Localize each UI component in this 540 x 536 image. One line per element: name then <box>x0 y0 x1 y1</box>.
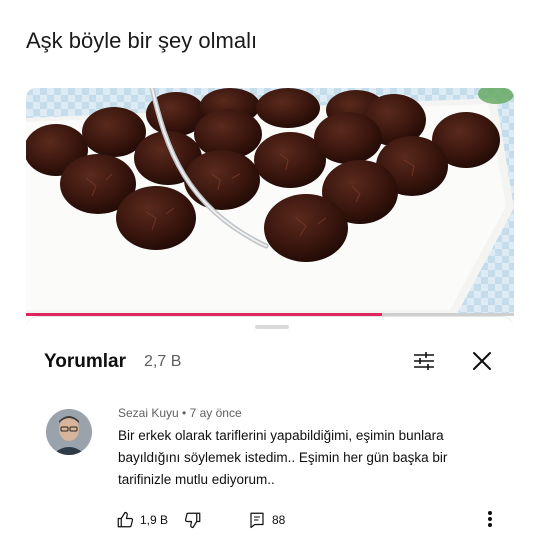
dislike-button[interactable] <box>184 510 202 530</box>
comment-time: 7 ay önce <box>189 406 242 420</box>
reply-button[interactable]: 88 <box>248 510 285 530</box>
drag-handle[interactable] <box>255 325 289 329</box>
thumb-up-icon <box>117 511 134 528</box>
comment-meta: Sezai Kuyu • 7 ay önce <box>118 406 242 420</box>
thumb-down-icon <box>184 512 201 529</box>
like-count: 1,9 B <box>140 513 169 527</box>
comments-panel: Yorumlar 2,7 B Sezai Kuyu • 7 ay önce Bi… <box>26 316 514 536</box>
meta-separator: • <box>182 406 187 420</box>
more-vertical-icon[interactable] <box>480 507 500 531</box>
reply-count: 88 <box>272 513 286 527</box>
reply-icon <box>250 512 264 529</box>
comments-count: 2,7 B <box>144 353 182 370</box>
post-caption: Aşk böyle bir şey olmalı <box>26 28 258 53</box>
video-frame[interactable] <box>26 88 514 316</box>
comments-title: Yorumlar <box>44 351 127 372</box>
comment-author[interactable]: Sezai Kuyu <box>118 406 179 420</box>
comment-text: Bir erkek olarak tariflerini yapabildiği… <box>118 428 448 487</box>
video-thumbnail <box>26 88 514 316</box>
avatar[interactable] <box>46 409 92 455</box>
close-icon[interactable] <box>468 347 496 375</box>
sliders-icon[interactable] <box>410 347 438 375</box>
like-button[interactable]: 1,9 B <box>116 510 168 530</box>
